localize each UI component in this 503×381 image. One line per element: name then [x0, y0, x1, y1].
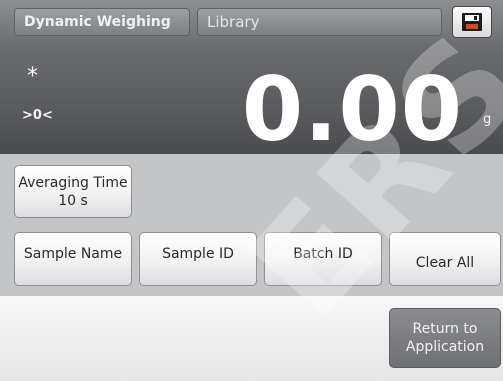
sample-id-label: Sample ID: [162, 246, 234, 262]
save-icon: [462, 13, 482, 31]
stability-indicator: *: [27, 64, 38, 89]
return-label-line1: Return to: [412, 321, 478, 337]
clear-all-button[interactable]: Clear All: [389, 232, 501, 286]
clear-all-label: Clear All: [415, 255, 475, 271]
averaging-time-value: 10 s: [58, 192, 88, 209]
return-label-line2: Application: [405, 339, 485, 355]
weight-display: * >0< 0.00 g: [0, 44, 503, 154]
return-to-application-button[interactable]: Return to Application: [389, 308, 501, 368]
averaging-time-label: Averaging Time: [18, 174, 128, 191]
library-tab[interactable]: Library: [197, 8, 442, 36]
sample-name-button[interactable]: Sample Name: [14, 232, 132, 286]
weight-readout: 0.00: [241, 58, 463, 161]
sample-name-label: Sample Name: [23, 246, 123, 262]
weight-unit: g: [483, 112, 492, 127]
averaging-time-button[interactable]: Averaging Time 10 s: [14, 165, 132, 218]
batch-id-button[interactable]: Batch ID: [264, 232, 382, 286]
batch-id-label: Batch ID: [293, 246, 353, 262]
save-button[interactable]: [452, 6, 492, 38]
top-bar: Dynamic Weighing Library: [0, 0, 503, 44]
sample-id-button[interactable]: Sample ID: [139, 232, 257, 286]
center-of-zero-indicator: >0<: [22, 108, 53, 123]
balance-screen: Dynamic Weighing Library * >0< 0.00 g Av…: [0, 0, 503, 381]
application-tab[interactable]: Dynamic Weighing: [14, 8, 190, 36]
